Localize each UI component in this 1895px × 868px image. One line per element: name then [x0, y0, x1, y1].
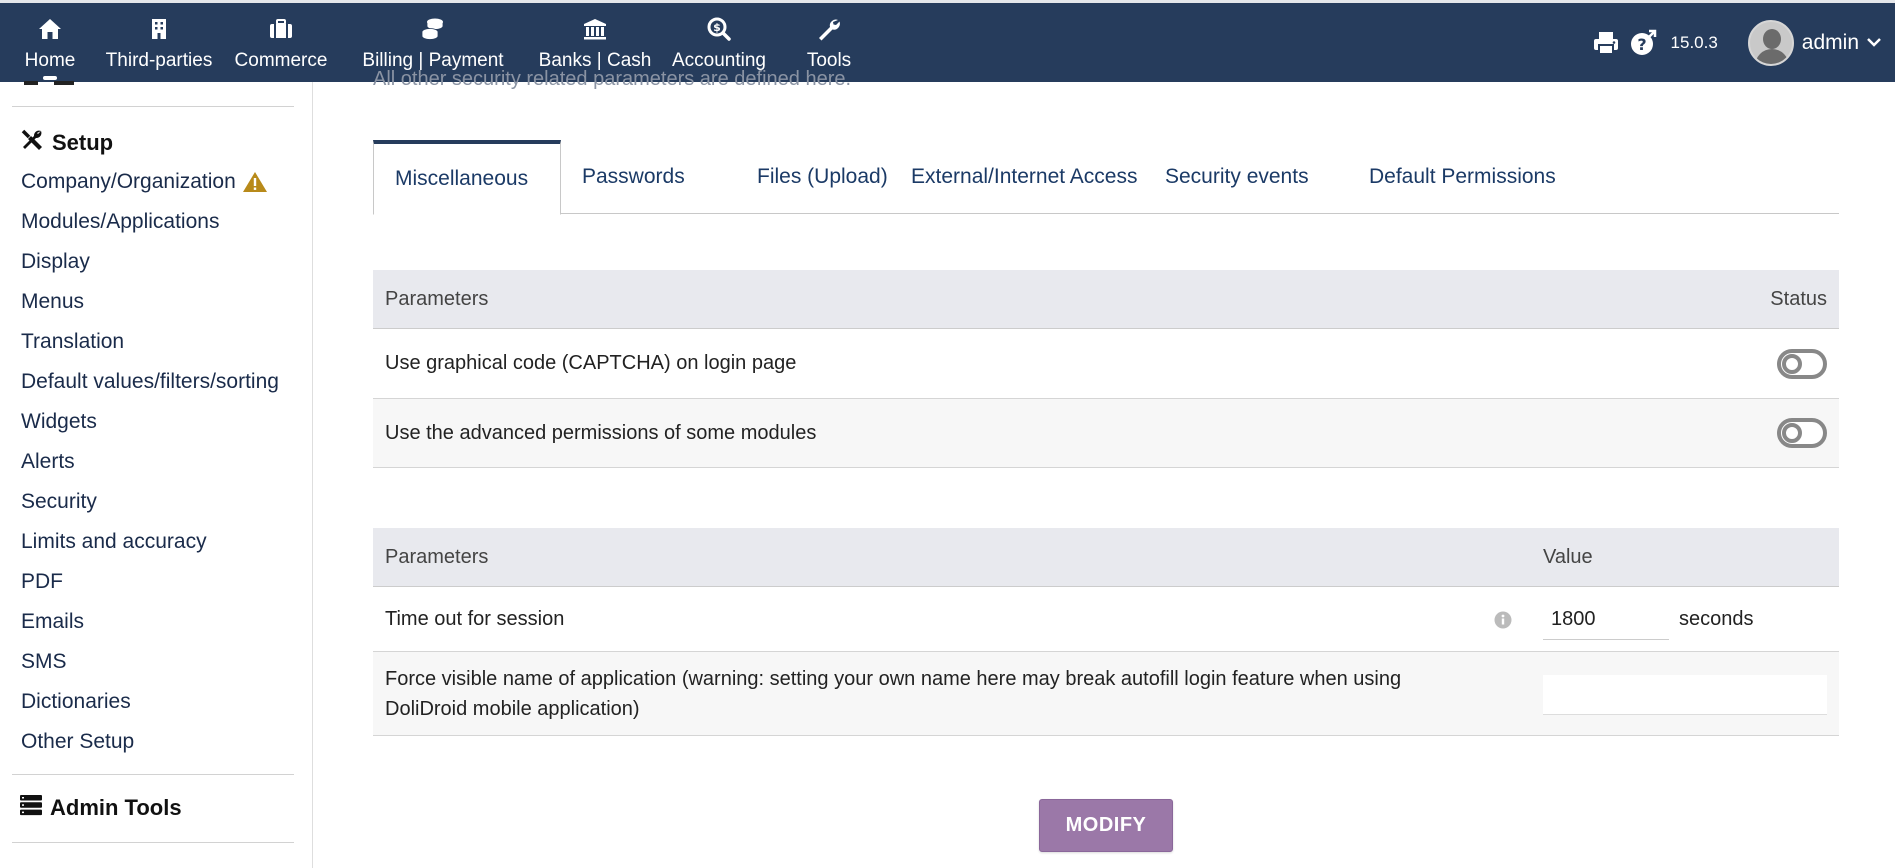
tools-icon — [20, 128, 52, 158]
sidebar-section-admin-tools[interactable]: Admin Tools — [20, 794, 182, 822]
username-label[interactable]: admin — [1802, 31, 1859, 55]
info-icon[interactable] — [1494, 611, 1512, 635]
sidebar-item-emails[interactable]: Emails — [21, 610, 84, 634]
cut-menu-icon — [24, 76, 84, 86]
application-name-input[interactable] — [1543, 675, 1827, 715]
column-header-value: Value — [1543, 545, 1593, 568]
wrench-icon — [817, 14, 841, 44]
status-parameters-table: Parameters Status Use graphical code (CA… — [373, 270, 1839, 468]
column-header-status: Status — [1770, 287, 1827, 310]
warning-icon — [242, 171, 268, 193]
help-icon[interactable]: ? — [1629, 29, 1657, 57]
column-header-parameters: Parameters — [385, 287, 489, 310]
sidebar-item-display[interactable]: Display — [21, 250, 90, 274]
briefcase-icon — [269, 14, 293, 44]
sidebar-item-default-values[interactable]: Default values/filters/sorting — [21, 370, 279, 394]
left-sidebar: Setup Company/Organization Modules/Appli… — [0, 81, 313, 868]
svg-text:$: $ — [713, 21, 721, 34]
nav-third-parties[interactable]: Third-parties — [94, 3, 224, 82]
tab-bar: Miscellaneous Passwords Files (Upload) E… — [373, 140, 1839, 215]
session-timeout-input[interactable] — [1543, 600, 1669, 640]
table-row: Use graphical code (CAPTCHA) on login pa… — [373, 329, 1839, 399]
user-tools: ? 15.0.3 admin — [1593, 3, 1895, 82]
sidebar-item-dictionaries[interactable]: Dictionaries — [21, 690, 131, 714]
modify-button[interactable]: MODIFY — [1039, 799, 1173, 852]
sidebar-item-menus[interactable]: Menus — [21, 290, 84, 314]
sidebar-item-modules-applications[interactable]: Modules/Applications — [21, 210, 219, 234]
sidebar-item-other-setup[interactable]: Other Setup — [21, 730, 134, 754]
table-row: Time out for session seconds — [373, 587, 1839, 652]
sidebar-section-setup[interactable]: Setup — [20, 128, 113, 158]
avatar[interactable] — [1747, 19, 1794, 66]
sidebar-item-widgets[interactable]: Widgets — [21, 410, 97, 434]
sidebar-item-security[interactable]: Security — [21, 490, 97, 514]
table-row: Use the advanced permissions of some mod… — [373, 399, 1839, 468]
column-header-parameters: Parameters — [385, 545, 489, 568]
tab-default-permissions[interactable]: Default Permissions — [1348, 140, 1577, 214]
print-icon[interactable] — [1593, 31, 1619, 55]
sidebar-item-translation[interactable]: Translation — [21, 330, 124, 354]
table-header: Parameters Value — [373, 528, 1839, 587]
bank-icon — [583, 14, 607, 44]
search-dollar-icon: $ — [707, 14, 731, 44]
nav-commerce[interactable]: Commerce — [224, 3, 338, 82]
page-description: All other security related parameters ar… — [373, 68, 852, 90]
nav-home[interactable]: Home — [6, 3, 94, 82]
building-icon — [151, 14, 167, 44]
table-row: Force visible name of application (warni… — [373, 652, 1839, 736]
value-parameters-table: Parameters Value Time out for session se… — [373, 528, 1839, 736]
captcha-toggle[interactable] — [1777, 348, 1827, 379]
sidebar-divider — [12, 106, 294, 107]
sidebar-divider — [12, 774, 294, 775]
tab-security-events[interactable]: Security events — [1144, 140, 1330, 214]
version-label: 15.0.3 — [1670, 32, 1718, 52]
chevron-down-icon[interactable] — [1867, 34, 1881, 52]
tab-miscellaneous[interactable]: Miscellaneous — [373, 140, 561, 215]
sidebar-item-limits-accuracy[interactable]: Limits and accuracy — [21, 530, 207, 554]
sidebar-divider — [12, 842, 294, 843]
coins-icon — [421, 14, 445, 44]
home-icon — [38, 14, 62, 44]
sidebar-item-company-organization[interactable]: Company/Organization — [21, 170, 268, 194]
server-icon — [20, 794, 50, 822]
tab-external-access[interactable]: External/Internet Access — [890, 140, 1158, 214]
session-unit-label: seconds — [1679, 608, 1754, 630]
table-header: Parameters Status — [373, 270, 1839, 329]
main-content: All other security related parameters ar… — [313, 68, 1895, 868]
svg-text:?: ? — [1637, 35, 1646, 54]
tab-passwords[interactable]: Passwords — [561, 140, 706, 214]
sidebar-item-pdf[interactable]: PDF — [21, 570, 63, 594]
sidebar-item-alerts[interactable]: Alerts — [21, 450, 75, 474]
advanced-permissions-toggle[interactable] — [1777, 418, 1827, 448]
top-navbar: Home Third-parties Commerce Billing | Pa… — [0, 0, 1895, 82]
tab-files-upload[interactable]: Files (Upload) — [736, 140, 909, 214]
sidebar-item-sms[interactable]: SMS — [21, 650, 67, 674]
